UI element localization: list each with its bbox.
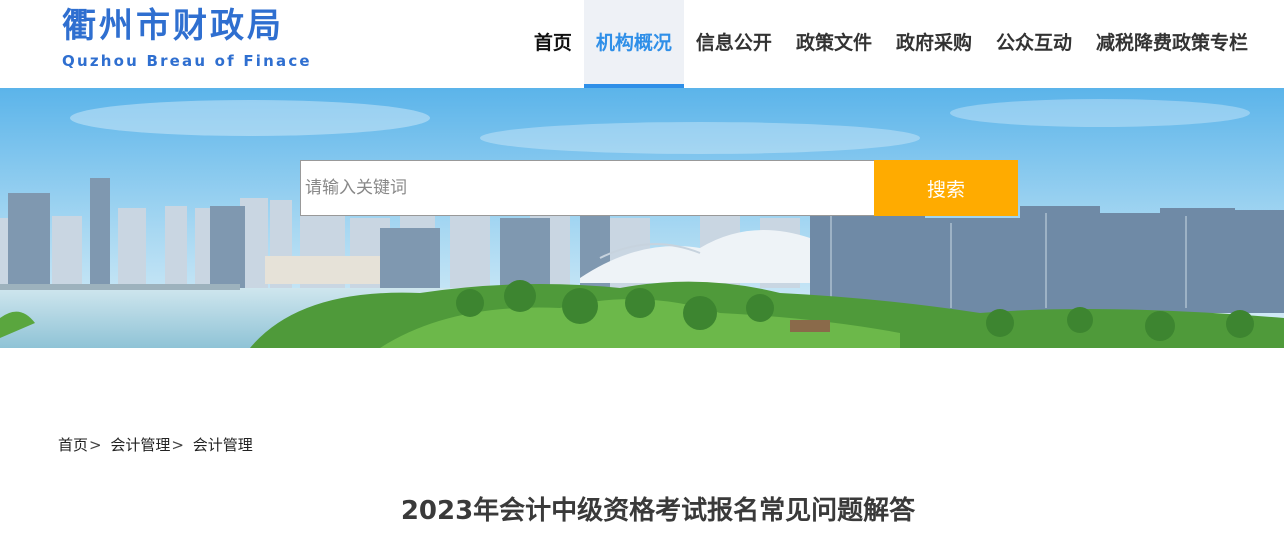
breadcrumb-separator: > bbox=[171, 436, 184, 454]
site-header: 衢州市财政局 Quzhou Breau of Finace 首页 机构概况 信息… bbox=[0, 0, 1284, 88]
site-logo[interactable]: 衢州市财政局 Quzhou Breau of Finace bbox=[62, 6, 322, 76]
nav-item-home[interactable]: 首页 bbox=[522, 0, 584, 88]
main-nav: 首页 机构概况 信息公开 政策文件 政府采购 公众互动 减税降费政策专栏 bbox=[522, 0, 1260, 88]
article-title: 2023年会计中级资格考试报名常见问题解答 bbox=[400, 496, 916, 526]
breadcrumb-accounting-management-current[interactable]: 会计管理 bbox=[193, 436, 253, 454]
breadcrumb-separator: > bbox=[89, 436, 102, 454]
nav-item-public-interaction[interactable]: 公众互动 bbox=[984, 0, 1084, 88]
breadcrumb-accounting-management-link[interactable]: 会计管理 bbox=[110, 436, 170, 454]
city-skyline-image bbox=[0, 88, 1284, 348]
city-banner bbox=[0, 88, 1284, 348]
nav-item-tax-reduction[interactable]: 减税降费政策专栏 bbox=[1084, 0, 1260, 88]
logo-name-cn: 衢州市财政局 bbox=[62, 6, 284, 46]
search-bar: 搜索 bbox=[300, 160, 1018, 216]
nav-item-policy-documents[interactable]: 政策文件 bbox=[784, 0, 884, 88]
search-button[interactable]: 搜索 bbox=[874, 160, 1018, 216]
nav-item-organization[interactable]: 机构概况 bbox=[583, 0, 684, 88]
search-input[interactable] bbox=[300, 160, 874, 216]
nav-item-information-disclosure[interactable]: 信息公开 bbox=[684, 0, 784, 88]
nav-item-government-procurement[interactable]: 政府采购 bbox=[884, 0, 984, 88]
breadcrumb-home-link[interactable]: 首页 bbox=[58, 436, 88, 454]
breadcrumb: 首页> 会计管理> 会计管理 bbox=[58, 434, 253, 455]
logo-name-en: Quzhou Breau of Finace bbox=[62, 52, 312, 70]
